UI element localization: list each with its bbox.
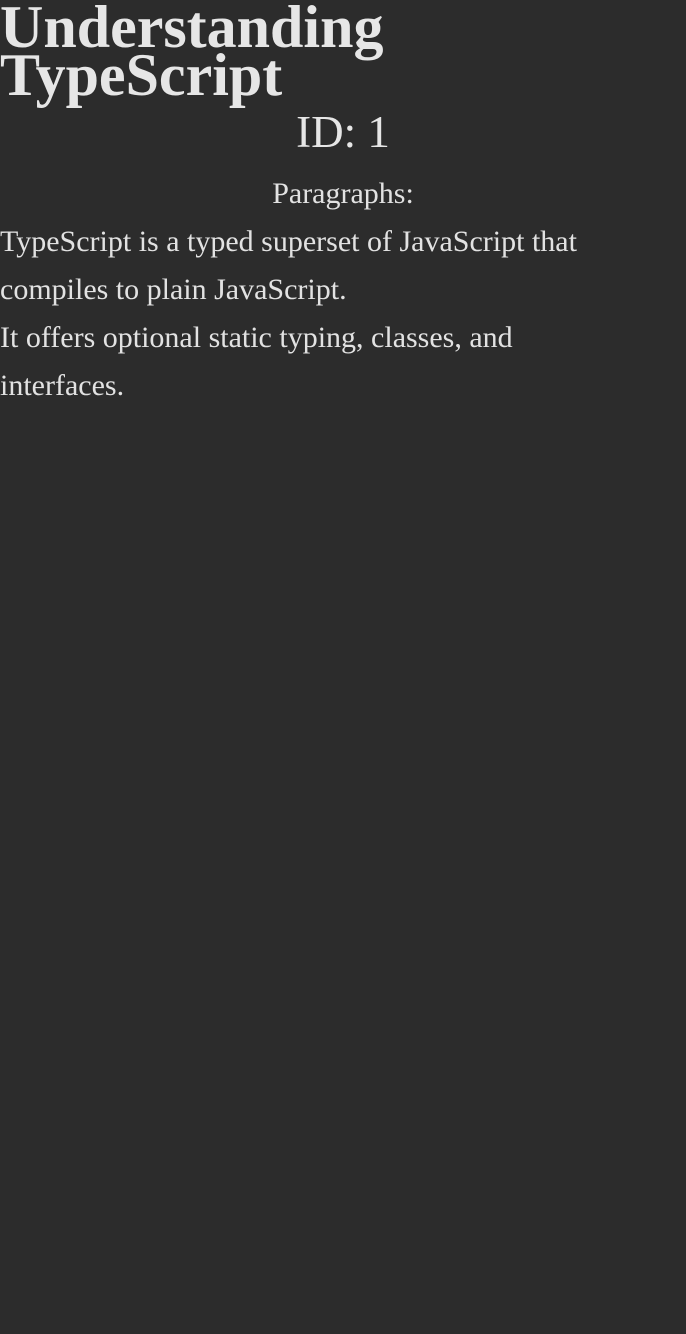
paragraph: TypeScript is a typed superset of JavaSc…: [0, 225, 577, 306]
paragraph: It offers optional static typing, classe…: [0, 321, 513, 402]
article-id-label: ID:: [296, 107, 357, 157]
article-id-value: 1: [367, 107, 390, 157]
article-title: Understanding TypeScript: [0, 0, 384, 108]
paragraphs-heading: Paragraphs:: [272, 177, 414, 210]
article: Understanding TypeScript ID: 1 Paragraph…: [0, 0, 686, 410]
article-id: ID: 1: [0, 102, 686, 162]
